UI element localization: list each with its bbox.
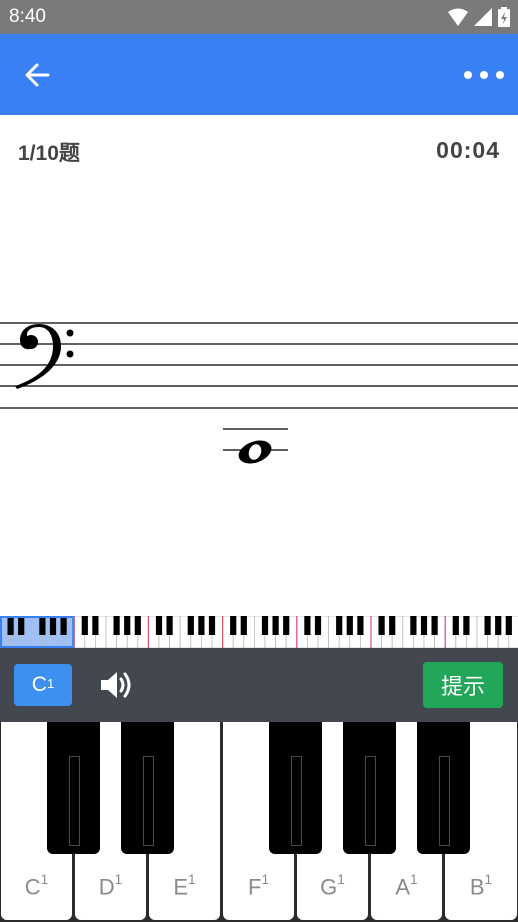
overview-black-key	[272, 616, 279, 635]
overview-black-key	[39, 616, 46, 635]
status-time: 8:40	[9, 6, 46, 27]
overview-black-key	[463, 616, 470, 635]
speaker-icon[interactable]	[98, 668, 132, 702]
overview-black-key	[452, 616, 459, 635]
overview-black-key	[49, 616, 57, 635]
selected-note-button[interactable]: C1	[14, 664, 72, 706]
note-name: C	[31, 673, 47, 696]
key-label: E1	[173, 871, 196, 899]
black-key-a-sharp[interactable]	[417, 722, 470, 854]
overview-black-key	[166, 616, 173, 635]
black-key-f-sharp[interactable]	[269, 722, 322, 854]
overview-black-key	[495, 616, 502, 635]
quiz-timer: 00:04	[436, 137, 500, 163]
overview-black-key	[378, 616, 385, 635]
overview-black-key	[336, 616, 343, 635]
overview-black-key	[283, 616, 290, 635]
overview-black-key	[60, 616, 67, 635]
wifi-icon	[448, 8, 468, 26]
app-bar	[0, 34, 518, 115]
overview-black-key	[81, 616, 88, 635]
overview-black-key	[18, 616, 25, 635]
hint-button[interactable]: 提示	[423, 662, 503, 708]
overview-black-key	[240, 616, 247, 635]
overview-black-key	[187, 616, 194, 635]
overview-black-key	[208, 616, 216, 635]
signal-icon	[474, 8, 492, 26]
question-progress: 1/10题	[18, 142, 80, 165]
keyboard-overview[interactable]	[0, 616, 518, 648]
overview-black-key	[124, 616, 131, 635]
black-key-d-sharp[interactable]	[121, 722, 174, 854]
overview-black-key	[304, 616, 311, 635]
overview-black-key	[134, 616, 141, 635]
black-key-g-sharp[interactable]	[343, 722, 396, 854]
more-dots-icon[interactable]	[462, 64, 506, 86]
overview-black-key	[92, 616, 99, 635]
overview-black-key	[505, 616, 512, 635]
overview-black-key	[357, 616, 364, 635]
note-octave: 1	[46, 675, 55, 691]
overview-black-key	[389, 616, 396, 635]
arrow-left-icon[interactable]	[22, 60, 52, 90]
key-label: F1	[247, 871, 270, 899]
key-label: B1	[469, 871, 493, 899]
overview-black-key	[113, 616, 120, 635]
overview-black-key	[410, 616, 417, 635]
controls-bar: C1 提示	[0, 648, 518, 722]
overview-black-key	[314, 616, 322, 635]
black-key-c-sharp[interactable]	[47, 722, 100, 854]
overview-black-key	[484, 616, 491, 635]
overview-black-key	[7, 616, 14, 635]
bass-clef-icon	[15, 324, 74, 389]
overview-black-key	[346, 616, 353, 635]
status-bar: 8:40	[0, 0, 518, 34]
key-label: A1	[395, 871, 418, 899]
battery-icon	[498, 7, 510, 27]
key-label: C1	[24, 871, 49, 899]
overview-black-key	[431, 616, 438, 635]
whole-note	[238, 440, 272, 464]
key-label: D1	[98, 871, 123, 899]
overview-black-key	[198, 616, 205, 635]
staff-lines	[0, 322, 518, 409]
key-label: G1	[320, 871, 345, 899]
overview-black-key	[420, 616, 428, 635]
status-icons	[448, 7, 510, 27]
music-staff	[0, 322, 518, 464]
piano-keyboard: C1 D1 E1 F1 G1 A1 B1	[0, 722, 518, 922]
overview-black-key	[230, 616, 237, 635]
overview-black-key	[155, 616, 163, 635]
overview-black-key	[261, 616, 269, 635]
